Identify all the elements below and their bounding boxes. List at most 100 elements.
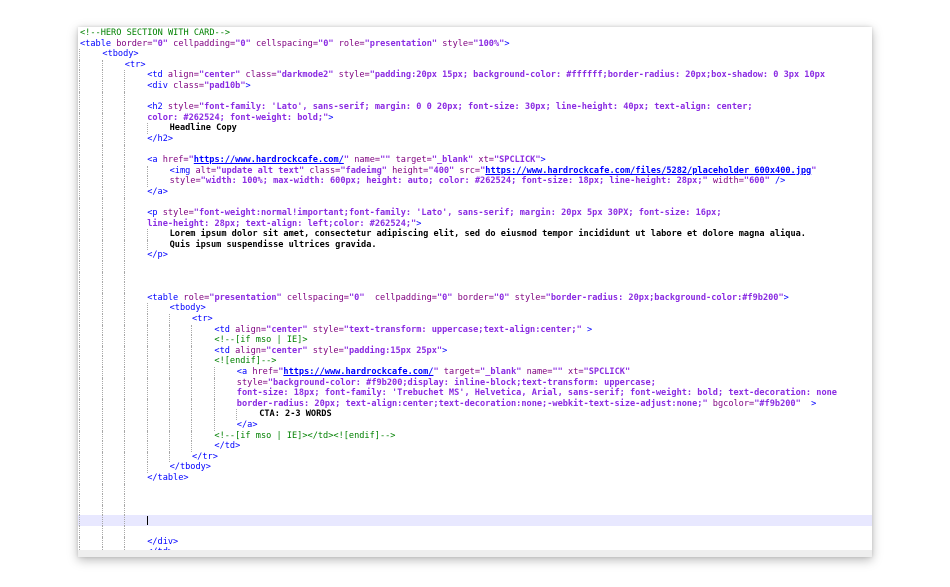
code-line[interactable]: </h2> xyxy=(78,133,872,145)
code-token: </tbody> xyxy=(169,462,211,473)
indent-guide xyxy=(79,430,81,442)
indent-guide xyxy=(101,388,103,399)
code-line[interactable] xyxy=(78,525,872,537)
code-token[interactable]: https://www.hardrockcafe.com/files/5282/… xyxy=(485,166,811,176)
indent-guide xyxy=(101,176,103,187)
code-line[interactable]: </td> xyxy=(78,441,872,452)
code-token: class= xyxy=(173,80,205,91)
indent-guide xyxy=(169,451,170,463)
code-line[interactable] xyxy=(78,282,872,293)
code-line[interactable]: <a href="https://www.hardrockcafe.com/" … xyxy=(78,155,872,166)
code-line[interactable] xyxy=(78,197,872,209)
code-line[interactable]: style="background-color: #f9b200;display… xyxy=(78,377,872,389)
code-token: href= xyxy=(252,367,279,377)
indent-guide xyxy=(124,430,126,442)
code-line[interactable]: <div class="pad10b"> xyxy=(78,80,872,92)
code-token: "padding:20px 15px; background-color: #f… xyxy=(369,70,826,81)
code-line[interactable]: <img alt="update alt text" class="fadeim… xyxy=(78,165,872,177)
code-line[interactable]: Lorem ipsum dolor sit amet, consectetur … xyxy=(78,229,872,240)
indent-guide xyxy=(191,430,193,442)
code-token: "400" xyxy=(428,165,455,176)
indent-guide xyxy=(79,451,81,463)
indent-guide xyxy=(124,165,126,177)
code-line[interactable] xyxy=(78,91,872,103)
code-content: <![endif]--> xyxy=(214,356,276,367)
code-line[interactable]: </div> xyxy=(78,536,872,548)
indent-guide xyxy=(191,356,193,367)
indent-guide xyxy=(101,218,103,230)
code-line[interactable] xyxy=(78,271,872,283)
code-line[interactable] xyxy=(78,504,872,516)
code-token: xt= xyxy=(562,367,584,377)
code-editor[interactable]: <!--HERO SECTION WITH CARD--> <table bord… xyxy=(78,27,872,557)
code-line[interactable]: <!--[if mso | IE]> xyxy=(78,335,872,346)
code-token: line-height: 28px; text-align: left;colo… xyxy=(147,218,417,229)
indent-guide xyxy=(124,324,126,336)
indent-guide xyxy=(124,515,126,526)
code-line[interactable]: Quis ipsum suspendisse ultrices gravida. xyxy=(78,239,872,251)
code-line[interactable] xyxy=(78,261,872,272)
horizontal-scrollbar[interactable] xyxy=(78,550,872,557)
code-content: <a href="https://www.hardrockcafe.com/" … xyxy=(237,367,630,378)
code-line[interactable]: <p style="font-weight:normal!important;f… xyxy=(78,208,872,219)
code-line[interactable] xyxy=(78,483,872,495)
code-line[interactable]: <table border="0" cellpadding="0" cellsp… xyxy=(78,39,872,50)
indent-guide xyxy=(79,409,81,420)
code-token: "width: 100%; max-width: 600px; height: … xyxy=(200,176,708,187)
code-line[interactable] xyxy=(78,494,872,505)
indent-guide xyxy=(169,324,170,336)
code-token: border-radius: 20px; text-align:center;t… xyxy=(236,398,708,409)
code-content: <tr> xyxy=(192,314,213,325)
code-token: /> xyxy=(769,176,786,187)
code-line[interactable]: <!--HERO SECTION WITH CARD--> xyxy=(78,28,872,39)
code-line[interactable]: <tr> xyxy=(78,59,872,71)
code-line[interactable]: <![endif]--> xyxy=(78,356,872,367)
code-line[interactable] xyxy=(78,144,872,156)
indent-guide xyxy=(79,218,81,230)
code-content: <h2 style="font-family: 'Lato', sans-ser… xyxy=(147,102,752,113)
code-line[interactable]: <table role="presentation" cellspacing="… xyxy=(78,292,872,304)
code-line[interactable]: <a href="https://www.hardrockcafe.com/" … xyxy=(78,367,872,378)
code-line[interactable]: <td align="center" style="padding:15px 2… xyxy=(78,345,872,357)
code-line[interactable]: </tbody> xyxy=(78,462,872,473)
code-line[interactable]: <tbody> xyxy=(78,303,872,315)
code-lines[interactable]: <!--HERO SECTION WITH CARD--> <table bord… xyxy=(78,28,872,557)
code-token[interactable]: https://www.hardrockcafe.com/ xyxy=(194,155,344,165)
code-line[interactable]: </a> xyxy=(78,419,872,431)
code-line[interactable]: <td align="center" class="darkmode2" sty… xyxy=(78,70,872,81)
indent-guide xyxy=(169,409,170,420)
indent-guide xyxy=(124,472,126,484)
code-line[interactable]: CTA: 2-3 WORDS xyxy=(78,409,872,420)
code-content: style="width: 100%; max-width: 600px; he… xyxy=(170,176,786,187)
code-line[interactable]: color: #262524; font-weight: bold;"> xyxy=(78,112,872,124)
code-line[interactable]: Headline Copy xyxy=(78,123,872,134)
indent-guide xyxy=(101,483,103,495)
code-token: <tr> xyxy=(192,314,213,325)
code-line[interactable]: style="width: 100%; max-width: 600px; he… xyxy=(78,176,872,187)
code-line[interactable]: </a> xyxy=(78,186,872,198)
code-line[interactable]: </p> xyxy=(78,250,872,262)
code-token[interactable]: https://www.hardrockcafe.com/ xyxy=(283,367,433,377)
code-token: > xyxy=(783,292,789,303)
code-line[interactable]: <tr> xyxy=(78,314,872,325)
indent-guide xyxy=(79,261,81,272)
code-line[interactable]: <h2 style="font-family: 'Lato', sans-ser… xyxy=(78,102,872,113)
code-line[interactable]: line-height: 28px; text-align: left;colo… xyxy=(78,218,872,230)
code-line[interactable]: <!--[if mso | IE]></td><![endif]--> xyxy=(78,430,872,442)
code-line[interactable] xyxy=(78,515,872,526)
indent-guide xyxy=(101,472,103,484)
indent-guide xyxy=(124,218,126,230)
code-line[interactable]: </table> xyxy=(78,472,872,484)
code-line[interactable]: <tbody> xyxy=(78,49,872,60)
code-line[interactable]: border-radius: 20px; text-align:center;t… xyxy=(78,398,872,410)
indent-guide xyxy=(101,504,103,516)
indent-guide xyxy=(79,80,81,92)
code-token: "text-transform: uppercase;text-align:ce… xyxy=(343,324,582,335)
code-token: "0" xyxy=(436,292,453,303)
code-token: CTA: 2-3 WORDS xyxy=(259,409,332,420)
code-content: <!--[if mso | IE]> xyxy=(214,335,307,346)
code-line[interactable]: font-size: 18px; font-family: 'Trebuchet… xyxy=(78,388,872,399)
code-line[interactable]: <td align="center" style="text-transform… xyxy=(78,324,872,336)
indent-guide xyxy=(79,208,81,219)
code-line[interactable]: </tr> xyxy=(78,451,872,463)
